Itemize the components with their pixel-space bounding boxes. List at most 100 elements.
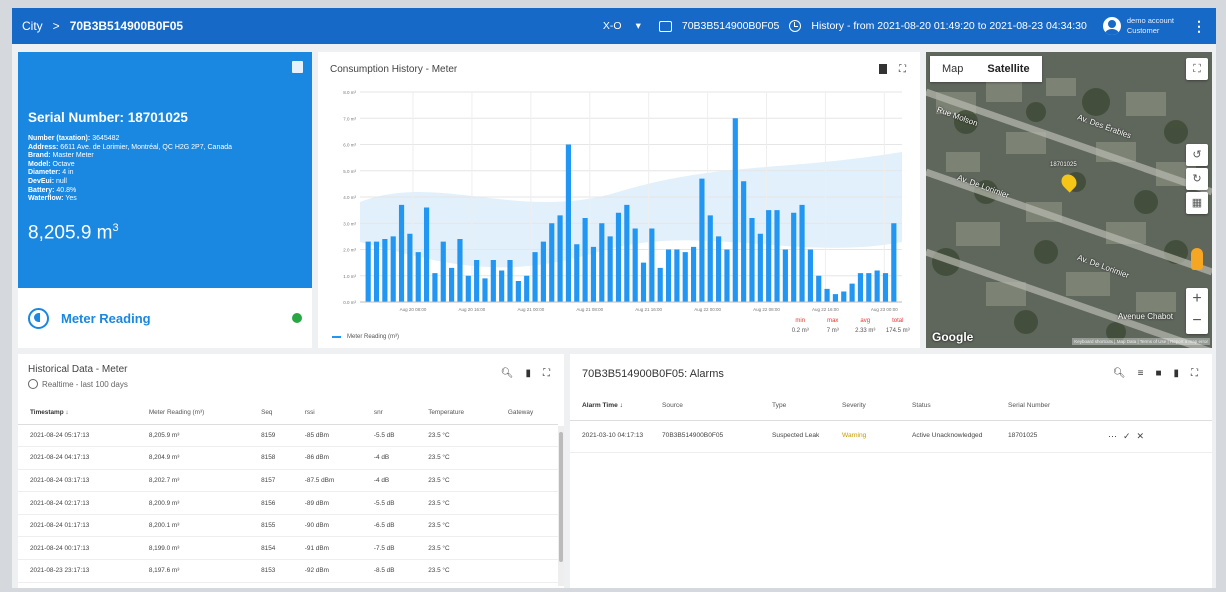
table-row[interactable]: 2021-08-24 02:17:13 8,200.9 m³ 8156 -89 dBm…	[18, 491, 558, 515]
chart-bar	[607, 236, 613, 302]
chart-bar	[832, 294, 839, 302]
breadcrumb-root[interactable]: City	[22, 19, 43, 33]
table-cell: 8,200.1 m³	[136, 514, 250, 538]
column-header-seq[interactable]: Seq	[249, 402, 293, 425]
column-header-label: Alarm Time	[582, 402, 618, 410]
column-header-status[interactable]: Status	[900, 392, 996, 421]
table-cell: 2021-08-24 05:17:13	[18, 424, 137, 448]
entity-selector[interactable]: X-O ▾	[603, 20, 641, 32]
zoom-controls: + −	[1186, 288, 1208, 334]
table-row[interactable]: 2021-03-10 04:17:13 70B3B514900B0F05 Sus…	[570, 420, 1212, 453]
fullscreen-icon[interactable]: ⛶	[543, 368, 550, 379]
tab-map[interactable]: Map	[930, 63, 975, 75]
meter-details: Number (taxation): 3645482 Address: 6611 …	[28, 135, 232, 204]
chart-bar	[398, 204, 405, 302]
map-card[interactable]: Map Satellite ⛶ ↺ ↻ ▦ + − Rue Molson Av.…	[926, 52, 1212, 348]
clear-close-icon[interactable]: ✕	[1137, 431, 1151, 441]
table-cell: 8156	[249, 491, 293, 515]
chart-bar	[766, 210, 772, 302]
table-cell: 2021-08-24 01:17:13	[18, 514, 137, 538]
column-header-gateway[interactable]: Gateway	[495, 402, 558, 425]
serial-number: Serial Number: 18701025	[28, 110, 188, 125]
table-cell: 23.5 °C	[416, 424, 496, 448]
chart-bar	[382, 239, 388, 302]
table-cell: 2021-08-23 23:17:13	[18, 559, 137, 583]
search-icon[interactable]: 🔍︎	[501, 368, 514, 379]
column-header-temperature[interactable]: Temperature	[416, 402, 496, 425]
user-role: Customer	[1126, 26, 1160, 35]
zoom-in-icon[interactable]: +	[1186, 288, 1208, 310]
table-cell: 23.5 °C	[416, 536, 496, 561]
chart-bar	[574, 244, 580, 302]
export-icon[interactable]: ▮	[1173, 368, 1179, 379]
stat-value-min: 0.2 m³	[791, 328, 809, 334]
table-row[interactable]: 2021-08-24 05:17:13 8,205.9 m³ 8159 -85 dBm…	[18, 424, 558, 448]
alarm-status: Active Unacknowledged	[900, 420, 996, 453]
street-view-pegman-icon[interactable]	[1191, 248, 1203, 270]
column-header-snr[interactable]: snr	[361, 402, 417, 425]
tilt-icon[interactable]: ▦	[1186, 192, 1208, 214]
chart-plot: 0.0 m³ 1.0 m³ 2.0 m³ 3.0 m³ 4.0 m³ 5.0 m³ 6.0 …	[343, 90, 902, 312]
chart-bar	[474, 260, 480, 302]
zoom-out-icon[interactable]: −	[1186, 310, 1208, 332]
x-tick-label: Aug 20 08:00	[400, 307, 427, 312]
historical-data-subtitle[interactable]: Realtime - last 100 days	[28, 379, 128, 389]
map-fullscreen-icon[interactable]: ⛶	[1186, 58, 1208, 80]
y-tick-label: 6.0 m³	[343, 143, 356, 148]
meter-footer[interactable]: Meter Reading	[18, 288, 312, 348]
table-row[interactable]: 2021-08-24 01:17:13 8,200.1 m³ 8155 -90 dBm…	[18, 514, 558, 538]
meter-detail-label: Waterflow:	[28, 195, 64, 203]
document-icon[interactable]	[292, 61, 303, 73]
table-cell: -87.5 dBm	[292, 469, 362, 493]
more-vert-icon[interactable]: ⋮	[1192, 18, 1206, 35]
meter-reading-value: 8,205.9 m3	[28, 222, 119, 244]
chart-bar	[540, 241, 546, 302]
rotate-right-icon[interactable]: ↻	[1186, 168, 1208, 190]
breadcrumb-device: 70B3B514900B0F05	[69, 19, 184, 33]
column-header-type[interactable]: Type	[760, 392, 830, 421]
meter-detail-value: Yes	[65, 195, 77, 203]
tab-satellite[interactable]: Satellite	[975, 63, 1041, 75]
device-badge[interactable]: 70B3B514900B0F05	[682, 20, 780, 32]
chart-stats: min max avg total 0.2 m³ 7 m³ 2.33 m³ 17…	[784, 318, 914, 334]
column-header-meter-reading[interactable]: Meter Reading (m³)	[136, 402, 250, 425]
acknowledge-check-icon[interactable]: ✓	[1123, 431, 1137, 441]
y-tick-label: 8.0 m³	[343, 90, 356, 95]
fullscreen-icon[interactable]: ⛶	[1191, 368, 1198, 379]
stat-value-max: 7 m³	[826, 328, 839, 334]
map-attribution[interactable]: Keyboard shortcuts | Map Data | Terms of…	[1072, 338, 1210, 345]
export-icon[interactable]: ▮	[525, 368, 531, 379]
rotate-left-icon[interactable]: ↺	[1186, 144, 1208, 166]
column-header-severity[interactable]: Severity	[830, 392, 900, 421]
legend-swatch	[332, 336, 341, 338]
chart-bar	[699, 178, 705, 302]
filter-icon[interactable]: ≡	[1138, 368, 1144, 379]
chart-bar	[432, 273, 438, 302]
history-range[interactable]: History - from 2021-08-20 01:49:20 to 20…	[811, 20, 1087, 32]
table-cell	[495, 446, 558, 470]
table-cell: 8,205.9 m³	[136, 424, 250, 448]
stat-label-avg: avg	[860, 318, 871, 324]
column-header-timestamp[interactable]: Timestamp ↓	[18, 402, 137, 425]
column-header-serial-number[interactable]: Serial Number	[996, 392, 1096, 421]
columns-icon[interactable]: ■	[1155, 368, 1161, 379]
table-row[interactable]: 2021-08-24 03:17:13 8,202.7 m³ 8157 -87.5 d…	[18, 469, 558, 493]
table-row[interactable]: 2021-08-24 04:17:13 8,204.9 m³ 8158 -86 dBm…	[18, 446, 558, 470]
app-window: City > 70B3B514900B0F05 X-O ▾ 70B3B51490…	[12, 8, 1216, 588]
table-cell: -91 dBm	[292, 536, 362, 561]
column-header-rssi[interactable]: rssi	[292, 402, 362, 425]
column-header-alarm-time[interactable]: Alarm Time ↓	[570, 392, 650, 421]
user-menu[interactable]: demo account Customer	[1102, 16, 1174, 36]
table-row[interactable]: 2021-08-24 00:17:13 8,199.0 m³ 8154 -91 dBm…	[18, 536, 558, 561]
search-icon[interactable]: 🔍︎	[1113, 368, 1126, 379]
sort-arrow-down-icon: ↓	[65, 409, 69, 417]
more-horiz-icon[interactable]: ⋯	[1108, 431, 1123, 441]
table-cell: 23.5 °C	[416, 446, 496, 470]
column-header-source[interactable]: Source	[650, 392, 760, 421]
table-row[interactable]: 2021-08-23 23:17:13 8,197.6 m³ 8153 -92 dBm…	[18, 559, 558, 583]
chart-bar	[373, 241, 380, 302]
chart-legend[interactable]: Meter Reading (m³)	[332, 334, 399, 340]
table-header-row: Timestamp ↓ Meter Reading (m³) Seq rssi …	[18, 402, 558, 425]
chart-bar	[732, 118, 738, 302]
table-scrollbar[interactable]	[558, 426, 564, 586]
